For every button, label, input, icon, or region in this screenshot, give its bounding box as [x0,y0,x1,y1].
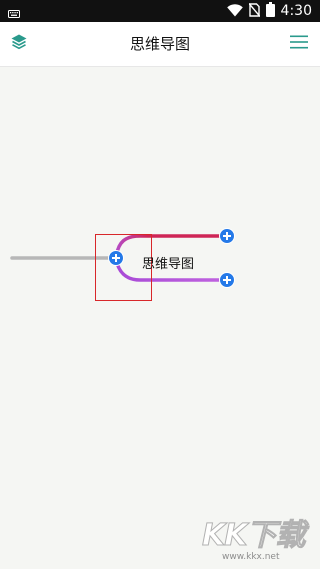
battery-icon [265,1,275,21]
sim-off-icon [248,2,261,21]
menu-icon [289,34,309,54]
wifi-icon [226,2,243,21]
add-node-button-top[interactable] [219,228,235,244]
mind-map-canvas[interactable]: 思维导图 [0,67,320,569]
status-bar: 4:30 [0,0,320,22]
mind-map-lines [10,234,224,282]
watermark-url: www.kkx.net [222,552,280,562]
menu-button[interactable] [286,31,312,57]
watermark-text: KK下载 [202,518,306,553]
status-icons: 4:30 [226,1,312,21]
keyboard-icon [8,5,20,18]
app-bar: 思维导图 [0,22,320,67]
central-node-label[interactable]: 思维导图 [142,257,194,273]
add-node-button-bottom[interactable] [219,272,235,288]
watermark-logo: KK下载 www.kkx.net [200,518,316,564]
status-time: 4:30 [280,3,312,19]
add-node-button-center[interactable] [108,250,124,266]
page-title: 思维导图 [129,35,190,53]
